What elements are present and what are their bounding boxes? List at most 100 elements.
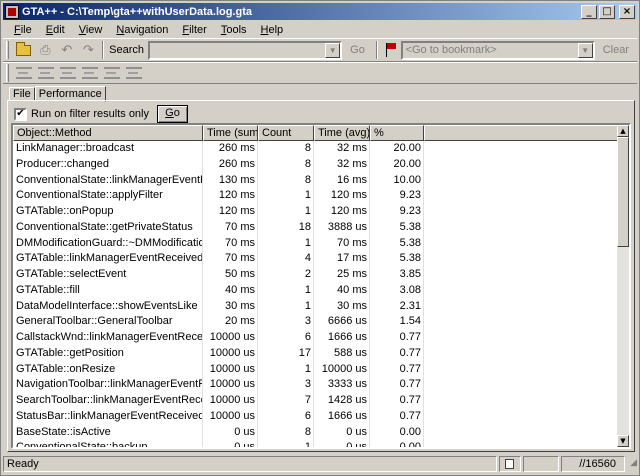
window-title: GTA++ - C:\Temp\gta++withUserData.log.gt… <box>22 5 253 18</box>
table-row[interactable]: GeneralToolbar::GeneralToolbar 20 ms 3 6666… <box>13 314 617 330</box>
undo-button[interactable]: ↶ <box>56 40 78 60</box>
cell-method: Producer::changed <box>13 156 203 173</box>
cell-time-avg: 3888 us <box>314 219 370 236</box>
cell-time-sum: 10000 us <box>203 393 258 409</box>
table-body: LinkManager::broadcast 260 ms 8 32 ms 20.00 P… <box>13 141 617 447</box>
filter-results-checkbox[interactable]: ✔ <box>14 107 27 121</box>
table-row[interactable]: DataModelInterface::showEventsLike 30 ms 1… <box>13 298 617 315</box>
table-row[interactable]: LinkManager::broadcast 260 ms 8 32 ms 20.00 <box>13 141 617 157</box>
cell-time-sum: 0 us <box>203 440 258 447</box>
cell-method: ConventionalState::linkManagerEventRecei… <box>13 172 203 189</box>
column-header-time-sum[interactable]: Time (sum) <box>203 125 258 141</box>
cell-time-avg: 32 ms <box>314 156 370 173</box>
table-row[interactable]: ConventionalState::linkManagerEventRecei… <box>13 172 617 189</box>
cell-method: NavigationToolbar::linkManagerEventRecei… <box>13 377 203 393</box>
redo-button[interactable]: ↷ <box>78 40 100 60</box>
bookmarks-combobox[interactable]: <Go to bookmark> ▼ <box>400 40 595 60</box>
cell-percent: 3.85 <box>370 267 424 283</box>
menu-help[interactable]: Help <box>254 24 291 36</box>
table-row[interactable]: CallstackWnd::linkManagerEventReceived 10… <box>13 330 617 346</box>
menu-navigation[interactable]: Navigation <box>109 24 175 36</box>
cell-time-avg: 70 ms <box>314 235 370 252</box>
menu-view[interactable]: View <box>72 24 110 36</box>
table-row[interactable]: SearchToolbar::linkManagerEventReceived1… <box>13 393 617 409</box>
table-row[interactable]: NavigationToolbar::linkManagerEventRecei… <box>13 377 617 393</box>
cell-time-avg: 588 us <box>314 345 370 362</box>
scroll-up-arrow-icon[interactable]: ▲ <box>617 125 629 137</box>
table-row[interactable]: GTATable::linkManagerEventReceived 70 ms 4… <box>13 251 617 267</box>
cell-time-sum: 0 us <box>203 424 258 441</box>
menu-file[interactable]: File <box>7 24 39 36</box>
cell-method: LinkManager::broadcast <box>13 141 203 157</box>
table-row[interactable]: GTATable::selectEvent 50 ms 2 25 ms 3.85 <box>13 267 617 283</box>
column-header-count[interactable]: Count <box>258 125 314 141</box>
cell-percent: 0.77 <box>370 330 424 346</box>
table-row[interactable]: GTATable::onPopup 120 ms 1 120 ms 9.23 <box>13 204 617 220</box>
menu-filter[interactable]: Filter <box>175 24 213 36</box>
table-row[interactable]: Producer::changed 260 ms 8 32 ms 20.00 <box>13 156 617 173</box>
cell-method: GTATable::getPosition <box>13 345 203 362</box>
search-go-button[interactable]: Go <box>342 44 373 56</box>
nav-first-icon[interactable] <box>16 67 32 79</box>
table-row[interactable]: DMModificationGuard::~DMModificationGuar… <box>13 235 617 252</box>
app-icon[interactable] <box>5 4 19 19</box>
table-row[interactable]: ConventionalState::backup 0 us 1 0 us 0.00 <box>13 440 617 447</box>
document-icon <box>505 459 514 469</box>
nav-prev-icon[interactable] <box>38 67 54 79</box>
cell-method: GTATable::linkManagerEventReceived <box>13 251 203 267</box>
cell-count: 3 <box>258 314 314 330</box>
nav-next-icon[interactable] <box>104 67 120 79</box>
close-button[interactable]: × <box>619 4 635 19</box>
table-row[interactable]: BaseState::isActive 0 us 8 0 us 0.00 <box>13 424 617 441</box>
bookmark-flag-icon[interactable] <box>384 42 398 58</box>
print-button[interactable]: ⎙ <box>35 40 57 60</box>
cell-time-sum: 50 ms <box>203 267 258 283</box>
cell-method: ConventionalState::applyFilter <box>13 188 203 204</box>
clear-bookmark-button[interactable]: Clear <box>595 44 637 56</box>
menu-tools[interactable]: Tools <box>214 24 254 36</box>
table-row[interactable]: GTATable::fill 40 ms 1 40 ms 3.08 <box>13 282 617 299</box>
column-header-time-avg[interactable]: Time (avg) <box>314 125 370 141</box>
minimize-button[interactable]: _ <box>581 4 597 19</box>
table-row[interactable]: GTATable::onResize 10000 us 1 10000 us 0.77 <box>13 361 617 378</box>
cell-count: 1 <box>258 298 314 315</box>
app-window: GTA++ - C:\Temp\gta++withUserData.log.gt… <box>0 0 640 476</box>
cell-method: GTATable::onPopup <box>13 204 203 220</box>
toolbar-grip[interactable] <box>6 64 9 82</box>
cell-percent: 0.77 <box>370 345 424 362</box>
nav-up-icon[interactable] <box>60 67 76 79</box>
column-header-method[interactable]: Object::Method <box>13 125 203 141</box>
table-row[interactable]: ConventionalState::getPrivateStatus 70 ms… <box>13 219 617 236</box>
table-row[interactable]: GTATable::getPosition 10000 us 17 588 us 0.7… <box>13 345 617 362</box>
table-row[interactable]: ConventionalState::applyFilter 120 ms 1 120… <box>13 188 617 204</box>
redo-icon: ↷ <box>82 42 94 58</box>
bookmarks-dropdown-arrow-icon[interactable]: ▼ <box>577 42 593 58</box>
vertical-scrollbar[interactable]: ▲ ▼ <box>617 125 629 447</box>
tab-file[interactable]: File <box>9 87 35 101</box>
nav-last-icon[interactable] <box>126 67 142 79</box>
column-header-percent[interactable]: % <box>370 125 424 141</box>
maximize-button[interactable]: □ <box>599 4 615 19</box>
toolbar-grip[interactable] <box>6 41 9 59</box>
cell-time-avg: 0 us <box>314 424 370 441</box>
table-row[interactable]: StatusBar::linkManagerEventReceived 10000… <box>13 408 617 425</box>
cell-percent: 5.38 <box>370 219 424 236</box>
search-combobox[interactable]: ▼ <box>148 40 343 60</box>
title-bar[interactable]: GTA++ - C:\Temp\gta++withUserData.log.gt… <box>3 3 637 20</box>
cell-count: 1 <box>258 188 314 204</box>
cell-time-sum: 10000 us <box>203 330 258 346</box>
cell-time-sum: 120 ms <box>203 188 258 204</box>
scroll-down-arrow-icon[interactable]: ▼ <box>617 435 629 447</box>
nav-down-icon[interactable] <box>82 67 98 79</box>
cell-time-avg: 10000 us <box>314 361 370 378</box>
resize-grip-icon[interactable]: ◢ <box>625 457 637 471</box>
cell-percent: 5.38 <box>370 251 424 267</box>
menu-edit[interactable]: Edit <box>39 24 72 36</box>
cell-time-avg: 0 us <box>314 440 370 447</box>
filter-results-label[interactable]: Run on filter results only <box>31 108 149 120</box>
search-dropdown-arrow-icon[interactable]: ▼ <box>325 42 341 58</box>
open-file-button[interactable] <box>13 40 35 60</box>
scroll-thumb[interactable] <box>617 137 629 247</box>
run-go-button[interactable]: Go <box>157 105 188 123</box>
cell-count: 18 <box>258 219 314 236</box>
